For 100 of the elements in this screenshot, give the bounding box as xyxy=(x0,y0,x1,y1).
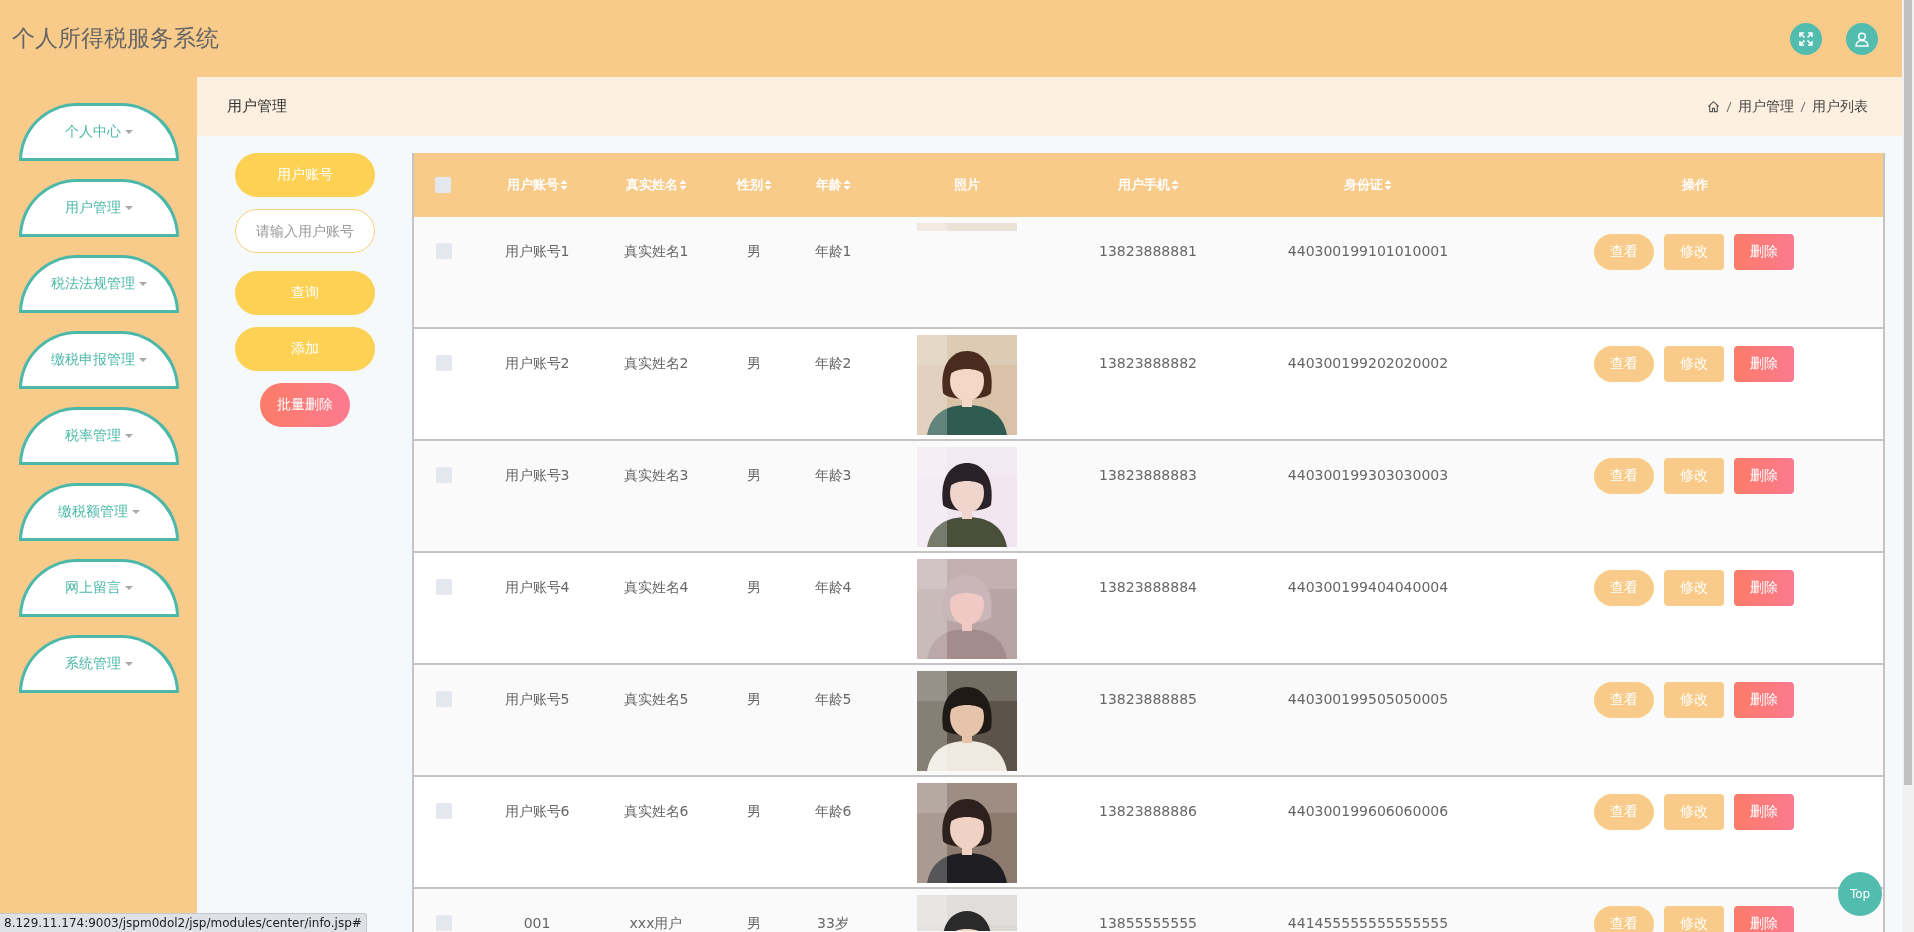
table-cell-text: 真实姓名3 xyxy=(623,466,689,485)
table-cell-text: 用户账号4 xyxy=(504,578,570,597)
edit-button[interactable]: 修改 xyxy=(1663,458,1724,494)
delete-button[interactable]: 删除 xyxy=(1733,234,1794,270)
table-cell-text: 13823888886 xyxy=(1099,802,1197,821)
sort-icon xyxy=(763,179,772,191)
edit-button[interactable]: 修改 xyxy=(1663,234,1724,270)
table-cell-text: 年龄2 xyxy=(814,354,852,373)
row-checkbox[interactable] xyxy=(436,803,452,819)
expand-icon xyxy=(1798,30,1814,47)
table-cell-text: 用户账号6 xyxy=(504,802,570,821)
table-cell-text: 真实姓名6 xyxy=(623,802,689,821)
view-button[interactable]: 查看 xyxy=(1593,794,1654,830)
column-header[interactable]: 用户账号 xyxy=(506,176,568,194)
sidebar-item[interactable]: 缴税申报管理 xyxy=(18,331,179,389)
table-cell-text: 男 xyxy=(747,802,761,821)
column-header[interactable]: 身份证 xyxy=(1344,176,1392,194)
delete-button[interactable]: 删除 xyxy=(1733,346,1794,382)
sort-icon xyxy=(559,179,568,191)
row-checkbox[interactable] xyxy=(436,579,452,595)
row-checkbox[interactable] xyxy=(436,355,452,371)
sidebar-item[interactable]: 缴税额管理 xyxy=(18,483,179,541)
user-button[interactable] xyxy=(1846,22,1878,55)
user-icon xyxy=(1854,30,1870,47)
table-cell-text: 441455555555555555 xyxy=(1287,914,1449,932)
table-cell-text: 真实姓名2 xyxy=(623,354,689,373)
delete-button[interactable]: 删除 xyxy=(1733,682,1794,718)
caret-icon xyxy=(124,586,133,590)
table-cell-text: 440300199101010001 xyxy=(1287,242,1449,261)
table-cell-text: 真实姓名1 xyxy=(623,242,689,261)
fullscreen-button[interactable] xyxy=(1790,22,1822,55)
table-cell-text: 男 xyxy=(747,690,761,709)
edit-button[interactable]: 修改 xyxy=(1663,794,1724,830)
table-cell-text: 13823888883 xyxy=(1099,466,1197,485)
sort-icon xyxy=(1170,179,1179,191)
table-cell-text: 用户账号2 xyxy=(504,354,570,373)
column-header[interactable]: 用户手机 xyxy=(1117,176,1179,194)
column-header[interactable]: 性别 xyxy=(736,176,772,194)
table-cell-text: 年龄3 xyxy=(814,466,852,485)
table-cell-text: 33岁 xyxy=(817,914,849,932)
delete-button[interactable]: 删除 xyxy=(1733,570,1794,606)
view-button[interactable]: 查看 xyxy=(1593,906,1654,932)
edit-button[interactable]: 修改 xyxy=(1663,570,1724,606)
action-button[interactable]: 查询 xyxy=(234,271,375,315)
table-cell-text: 男 xyxy=(747,354,761,373)
table-cell-text: 用户账号1 xyxy=(504,242,570,261)
view-button[interactable]: 查看 xyxy=(1593,234,1654,270)
table-cell-text: 13823888882 xyxy=(1099,354,1197,373)
sidebar-item[interactable]: 税率管理 xyxy=(18,407,179,465)
action-button[interactable]: 添加 xyxy=(234,327,375,371)
sidebar-item[interactable]: 系统管理 xyxy=(18,635,179,693)
table-cell-text: 13823888881 xyxy=(1099,242,1197,261)
scrollbar-thumb[interactable] xyxy=(1904,0,1912,785)
view-button[interactable]: 查看 xyxy=(1593,570,1654,606)
edit-button[interactable]: 修改 xyxy=(1663,906,1724,932)
sidebar-item[interactable]: 税法法规管理 xyxy=(18,255,179,313)
table-cell-text: 男 xyxy=(747,242,761,261)
batch-delete-button[interactable]: 批量删除 xyxy=(259,383,350,427)
sort-icon xyxy=(842,179,851,191)
caret-icon xyxy=(131,510,140,514)
column-header[interactable]: 真实姓名 xyxy=(625,176,687,194)
column-header[interactable]: 照片 xyxy=(954,176,980,194)
table-cell-text: 440300199303030003 xyxy=(1287,466,1449,485)
table-cell-text: 年龄1 xyxy=(814,242,852,261)
breadcrumb-link[interactable]: 用户列表 xyxy=(1812,97,1868,116)
breadcrumb-separator xyxy=(1800,100,1806,113)
caret-icon xyxy=(124,130,133,134)
column-header[interactable]: 年龄 xyxy=(815,176,851,194)
sidebar-item[interactable]: 网上留言 xyxy=(18,559,179,617)
delete-button[interactable]: 删除 xyxy=(1733,794,1794,830)
edit-button[interactable]: 修改 xyxy=(1663,346,1724,382)
table-cell-text: 13823888884 xyxy=(1099,578,1197,597)
table-cell-text: 年龄4 xyxy=(814,578,852,597)
view-button[interactable]: 查看 xyxy=(1593,682,1654,718)
column-header[interactable]: 操作 xyxy=(1681,176,1708,194)
app-title: 个人所得税服务系统 xyxy=(12,24,219,53)
table-cell-text: 男 xyxy=(747,578,761,597)
table-cell-text: 男 xyxy=(747,914,761,932)
view-button[interactable]: 查看 xyxy=(1593,346,1654,382)
sidebar-item[interactable]: 用户管理 xyxy=(18,179,179,237)
sidebar-item[interactable]: 个人中心 xyxy=(18,103,179,161)
field-label: 用户账号 xyxy=(234,153,375,197)
table-cell-text: 真实姓名4 xyxy=(623,578,689,597)
table-cell-text: 男 xyxy=(747,466,761,485)
table-cell-text: 440300199404040004 xyxy=(1287,578,1449,597)
table-cell-text: 440300199606060006 xyxy=(1287,802,1449,821)
page-title: 用户管理 xyxy=(227,97,287,116)
caret-icon xyxy=(138,282,147,286)
delete-button[interactable]: 删除 xyxy=(1733,458,1794,494)
select-all-checkbox[interactable] xyxy=(435,177,451,193)
search-field[interactable]: 请输入用户账号 xyxy=(234,209,375,253)
caret-icon xyxy=(124,434,133,438)
view-button[interactable]: 查看 xyxy=(1593,458,1654,494)
table-cell-text: 440300199202020002 xyxy=(1287,354,1449,373)
table-cell-text: 13855555555 xyxy=(1099,914,1197,932)
table-cell-text: 用户账号3 xyxy=(504,466,570,485)
edit-button[interactable]: 修改 xyxy=(1663,682,1724,718)
table-cell-text: 13823888885 xyxy=(1099,690,1197,709)
delete-button[interactable]: 删除 xyxy=(1733,906,1794,932)
breadcrumb-link[interactable]: 用户管理 xyxy=(1738,97,1794,116)
